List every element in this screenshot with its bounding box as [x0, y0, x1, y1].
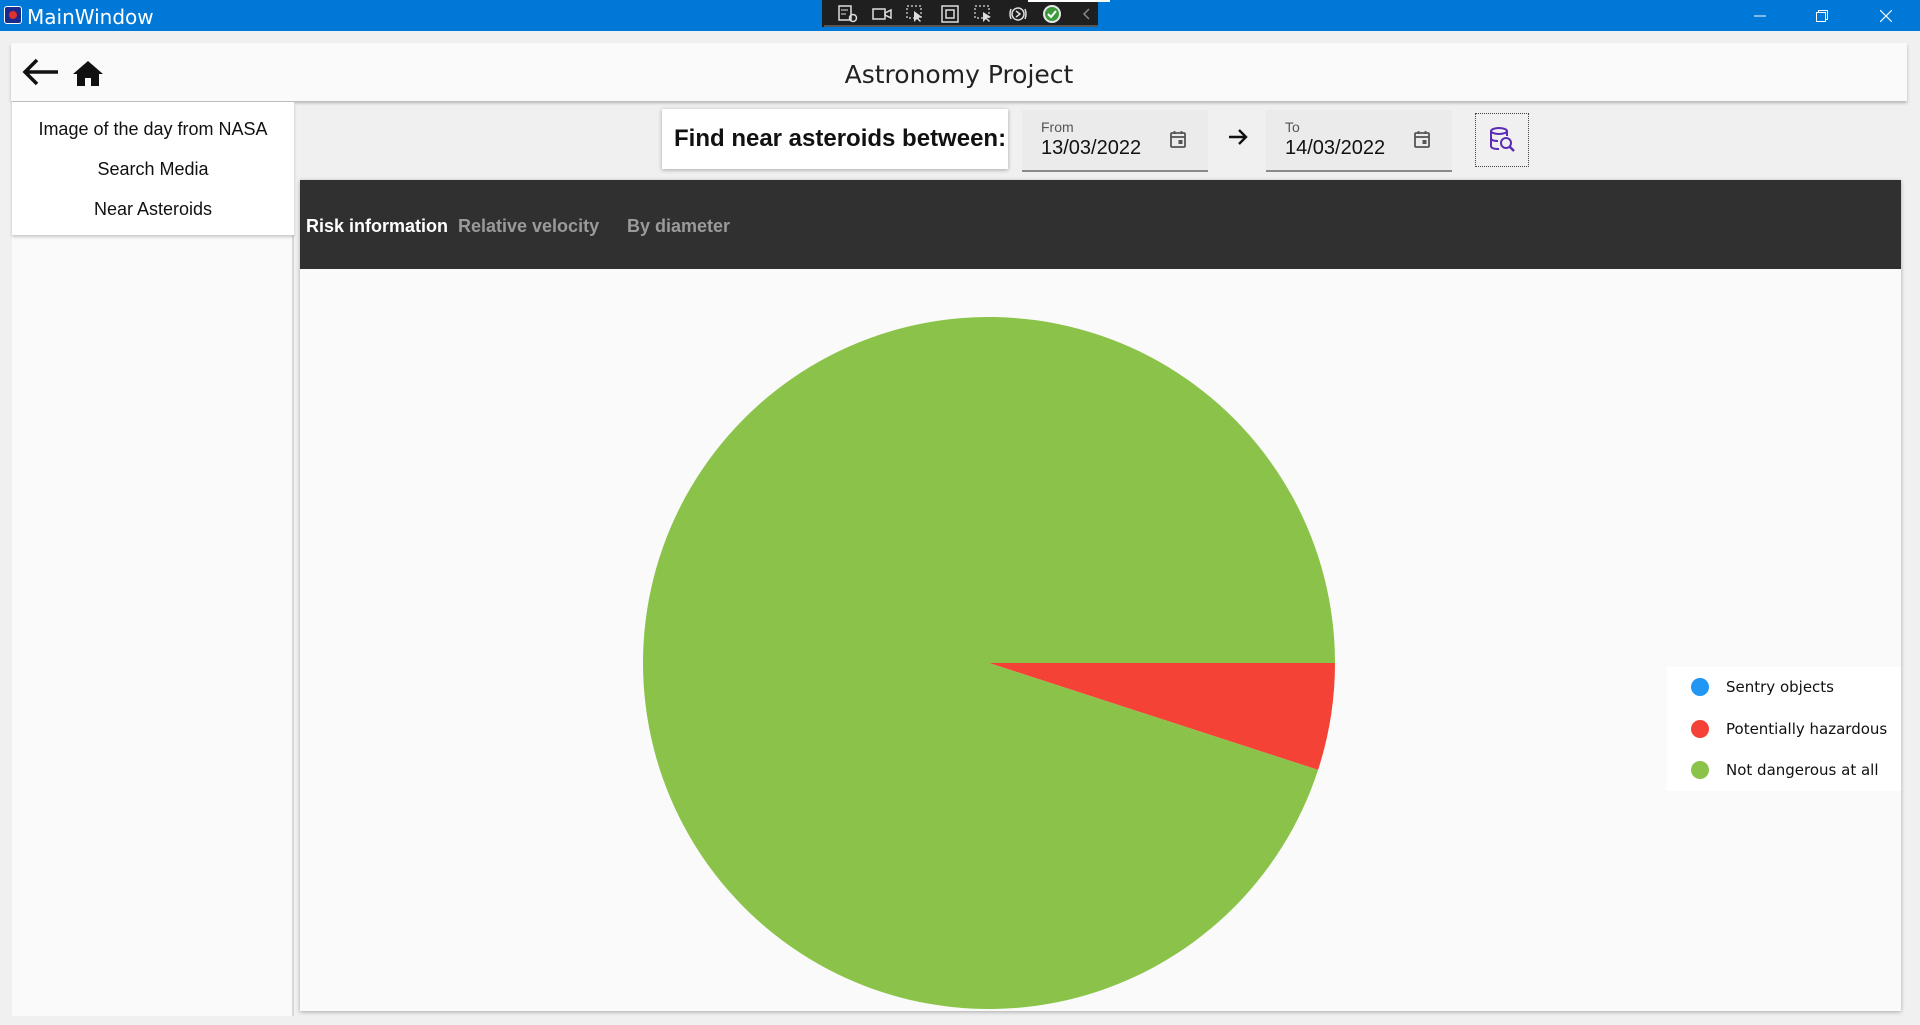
track-focus-icon[interactable] [973, 4, 996, 24]
risk-pie-chart [643, 316, 1335, 1009]
calendar-icon[interactable] [1414, 130, 1430, 153]
close-button[interactable] [1855, 0, 1917, 31]
title-bar: MainWindow [0, 0, 1920, 31]
legend-label-not-dangerous: Not dangerous at all [1726, 761, 1879, 779]
collapse-chevron-icon[interactable] [1075, 4, 1098, 24]
window-title: MainWindow [27, 5, 154, 29]
tab-bar: Risk information Relative velocity By di… [300, 180, 1901, 269]
legend-item-not-dangerous: Not dangerous at all [1691, 759, 1879, 781]
minimize-icon [1754, 15, 1766, 16]
sidebar-item-near-asteroids[interactable]: Near Asteroids [12, 189, 294, 229]
to-date-value[interactable]: 14/03/2022 [1285, 137, 1385, 160]
layout-adorner-icon[interactable] [938, 4, 961, 24]
pie-slice-not-dangerous-at-all [643, 316, 1335, 1009]
calendar-icon[interactable] [1170, 130, 1186, 153]
restore-icon [1816, 9, 1828, 22]
sidebar-item-image-of-the-day[interactable]: Image of the day from NASA [12, 109, 294, 149]
page-title: Astronomy Project [844, 60, 1074, 89]
app-icon [4, 6, 22, 24]
arrow-right-icon [1227, 127, 1249, 152]
sidebar-item-search-media[interactable]: Search Media [12, 149, 294, 189]
check-status-icon[interactable] [1041, 4, 1064, 24]
legend-dot-not-dangerous [1691, 761, 1709, 779]
sidebar: Image of the day from NASA Search Media … [12, 102, 294, 1016]
to-date-field[interactable]: To 14/03/2022 [1266, 110, 1452, 172]
debug-accent-line [1028, 0, 1110, 2]
legend-label-sentry: Sentry objects [1726, 678, 1834, 696]
legend-dot-hazardous [1691, 720, 1709, 738]
legend-item-sentry: Sentry objects [1691, 676, 1834, 698]
minimize-button[interactable] [1729, 0, 1791, 31]
tab-risk-information[interactable]: Risk information [306, 216, 448, 237]
tab-relative-velocity[interactable]: Relative velocity [458, 216, 599, 237]
database-search-icon [1490, 127, 1515, 152]
from-date-value[interactable]: 13/03/2022 [1041, 137, 1141, 160]
app-header: Astronomy Project [11, 43, 1907, 101]
nav-menu: Image of the day from NASA Search Media … [12, 102, 294, 235]
chart-legend: Sentry objects Potentially hazardous Not… [1667, 667, 1901, 791]
close-icon [1880, 9, 1892, 22]
find-asteroids-label: Find near asteroids between: [662, 109, 1008, 169]
from-date-label: From [1041, 119, 1074, 135]
select-element-icon[interactable] [904, 4, 927, 24]
from-date-field[interactable]: From 13/03/2022 [1022, 110, 1208, 172]
legend-item-hazardous: Potentially hazardous [1691, 718, 1887, 740]
record-icon[interactable] [870, 4, 893, 24]
results-panel: Risk information Relative velocity By di… [300, 180, 1901, 1011]
search-button[interactable] [1475, 113, 1529, 167]
to-date-label: To [1285, 119, 1300, 135]
hot-reload-icon[interactable] [1007, 4, 1030, 24]
legend-dot-sentry [1691, 678, 1709, 696]
live-visual-tree-icon[interactable] [836, 4, 859, 24]
risk-chart-area: Sentry objects Potentially hazardous Not… [300, 269, 1901, 1011]
tab-by-diameter[interactable]: By diameter [627, 216, 730, 237]
debug-toolbar [822, 0, 1098, 27]
legend-label-hazardous: Potentially hazardous [1726, 720, 1888, 738]
restore-button[interactable] [1791, 0, 1853, 31]
